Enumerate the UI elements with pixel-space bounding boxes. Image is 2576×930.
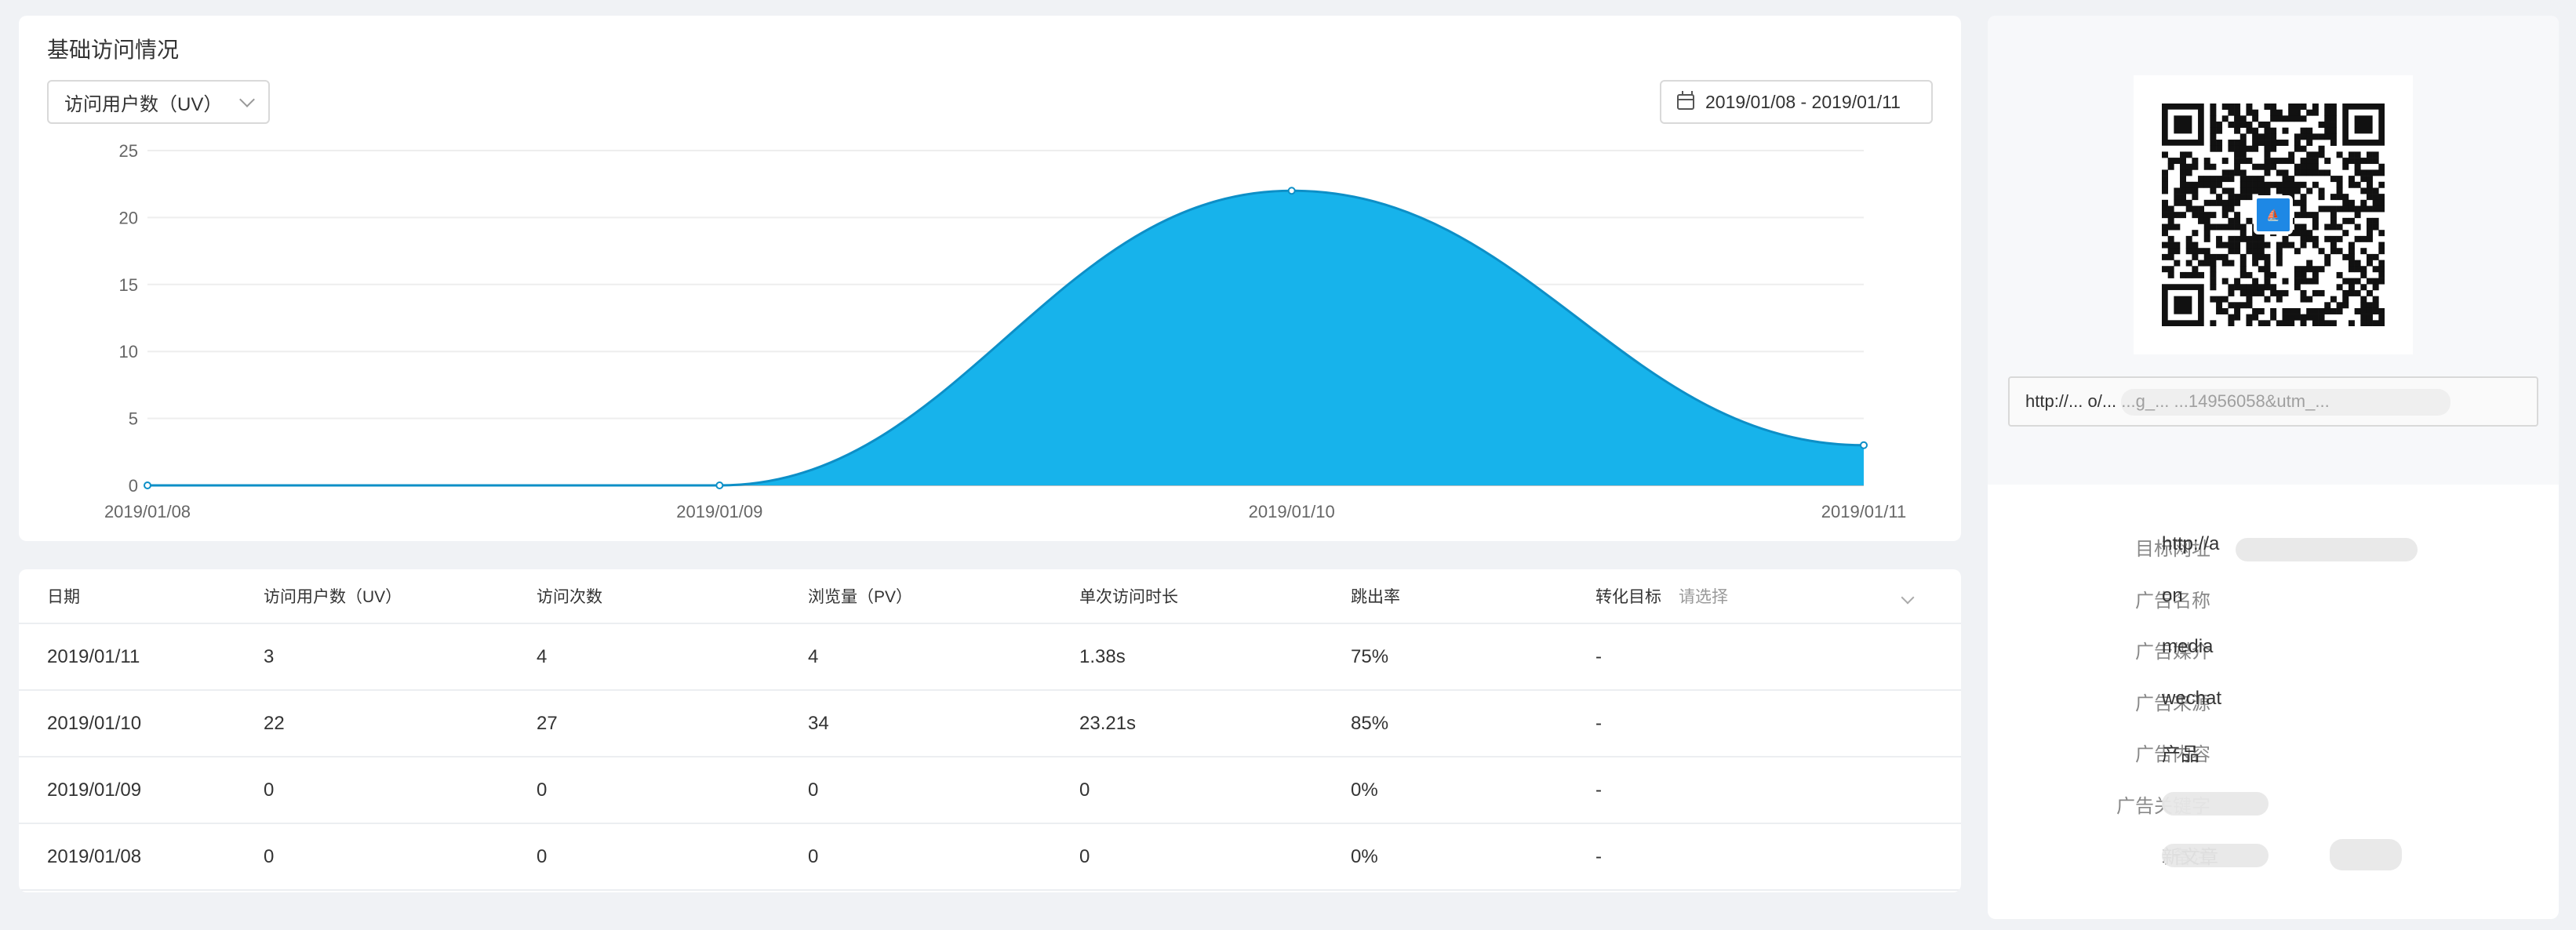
info-row: 广告关键字: [1988, 790, 2559, 822]
table-cell: 23.21s: [1079, 712, 1137, 734]
table-cell: 4: [537, 645, 548, 667]
info-row: 备注新文章: [1988, 841, 2559, 873]
basic-visits-chart-card: 基础访问情况 访问用户数（UV） 2019/01/08 - 2019/01/11…: [19, 16, 1961, 541]
chevron-down-icon[interactable]: [1901, 590, 1915, 605]
table-cell: 2019/01/08: [47, 845, 142, 867]
table-cell: 0: [264, 845, 275, 867]
x-tick-label: 2019/01/08: [104, 502, 191, 521]
column-header: 访问用户数（UV）: [264, 588, 402, 606]
table-cell: 0%: [1351, 845, 1378, 867]
info-value: media: [2162, 636, 2214, 657]
y-tick-label: 10: [119, 342, 138, 361]
x-tick-label: 2019/01/09: [676, 502, 762, 521]
table-cell: -: [1595, 779, 1602, 801]
ad-detail-panel: ⛵ http://... o/... ...g_... ...14956058&…: [1988, 16, 2559, 919]
info-row: 广告名称 on: [1988, 585, 2559, 616]
table-row: 2019/01/08 0 0 0 0 0% -: [19, 824, 1961, 891]
table-row: 2019/01/11 3 4 4 1.38s 75% -: [19, 624, 1961, 691]
table-cell: 1.38s: [1079, 645, 1126, 667]
data-point[interactable]: [1287, 187, 1296, 195]
y-tick-label: 15: [119, 275, 138, 295]
conversion-goal-select[interactable]: 请选择: [1679, 584, 1728, 608]
redaction-mask: [2162, 844, 2269, 867]
column-header: 访问次数: [537, 588, 602, 606]
table-row: 2019/01/10 22 27 34 23.21s 85% -: [19, 691, 1961, 757]
y-tick-label: 5: [129, 409, 138, 429]
table-cell: 0: [808, 779, 819, 801]
table-cell: 0: [264, 779, 275, 801]
table-cell: 3: [264, 645, 275, 667]
redaction-mask: [2121, 389, 2450, 416]
redaction-mask: [2330, 839, 2402, 870]
table-cell: 0: [537, 845, 548, 867]
x-tick-label: 2019/01/10: [1249, 502, 1335, 521]
table-cell: 2019/01/09: [47, 779, 142, 801]
table-cell: 85%: [1351, 712, 1389, 734]
data-point[interactable]: [1860, 441, 1868, 449]
table-row: 2019/01/09 0 0 0 0 0% -: [19, 757, 1961, 824]
data-point[interactable]: [715, 481, 724, 489]
table-cell: 4: [808, 645, 819, 667]
qr-code: ⛵: [2134, 75, 2413, 354]
table-cell: -: [1595, 845, 1602, 867]
table-cell: 2019/01/11: [47, 645, 140, 667]
table-cell: 0: [1079, 845, 1090, 867]
column-header: 浏览量（PV）: [808, 588, 913, 606]
table-cell: 22: [264, 712, 285, 734]
info-row: 广告来源 wechat: [1988, 688, 2559, 719]
table-cell: 75%: [1351, 645, 1389, 667]
info-row: 广告内容 产品: [1988, 739, 2559, 770]
table-cell: -: [1595, 645, 1602, 667]
conversion-goal-wrapper[interactable]: 请选择: [1661, 569, 1728, 623]
info-value: wechat: [2162, 687, 2222, 709]
x-tick-label: 2019/01/11: [1821, 502, 1906, 521]
mini-program-logo-icon: ⛵: [2254, 195, 2293, 234]
table-cell: -: [1595, 712, 1602, 734]
info-value: 产品: [2162, 744, 2199, 765]
qr-section: ⛵ http://... o/... ...g_... ...14956058&…: [1988, 16, 2559, 485]
table-header: 日期 访问用户数（UV） 访问次数 浏览量（PV） 单次访问时长 跳出率 转化目标 请选择: [19, 569, 1961, 624]
column-header: 单次访问时长: [1079, 588, 1178, 606]
info-row: 广告媒介 media: [1988, 636, 2559, 667]
y-tick-label: 20: [119, 208, 138, 227]
y-tick-label: 25: [119, 141, 138, 161]
data-point[interactable]: [144, 481, 151, 489]
table-cell: 27: [537, 712, 558, 734]
column-header: 日期: [47, 588, 80, 606]
uv-area-chart: 0 5 10 15 20 25 2019/01/08 2019/01/09 2019/01/10…: [104, 141, 1906, 521]
column-header: 跳出率: [1351, 588, 1400, 606]
info-value: http://a: [2162, 533, 2220, 554]
table-cell: 0: [537, 779, 548, 801]
column-header: 转化目标: [1595, 588, 1661, 606]
y-tick-label: 0: [129, 476, 138, 496]
table-cell: 0: [1079, 779, 1090, 801]
redaction-mask: [2162, 792, 2269, 816]
daily-stats-table: 日期 访问用户数（UV） 访问次数 浏览量（PV） 单次访问时长 跳出率 转化目标 请选择 2…: [19, 569, 1961, 892]
table-cell: 34: [808, 712, 829, 734]
table-cell: 0%: [1351, 779, 1378, 801]
table-cell: 0: [808, 845, 819, 867]
redaction-mask: [2236, 538, 2418, 561]
info-value: on: [2162, 584, 2183, 606]
table-cell: 2019/01/10: [47, 712, 142, 734]
